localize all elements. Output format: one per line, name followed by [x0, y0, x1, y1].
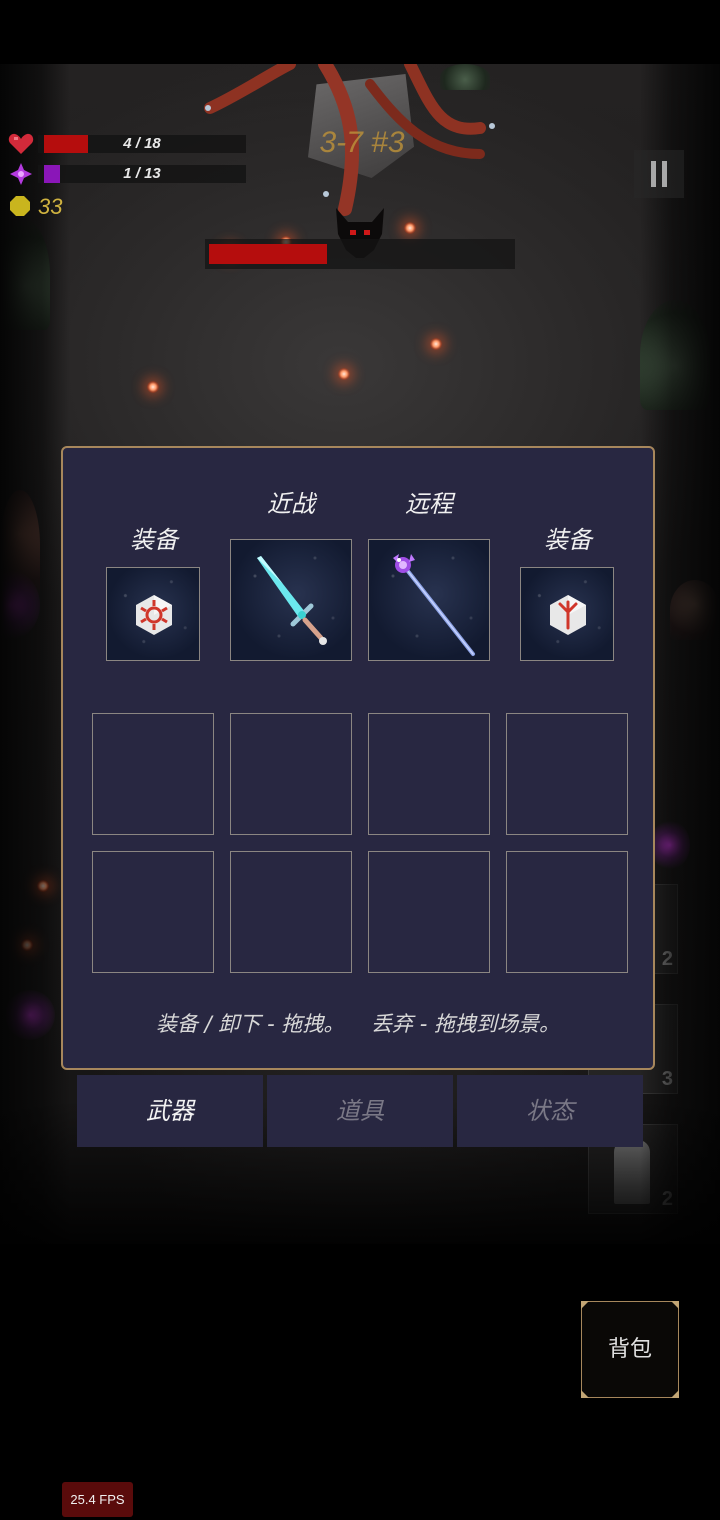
pause-icon — [662, 161, 667, 187]
health-text: 4 / 18 — [123, 135, 161, 152]
coin-icon — [10, 196, 30, 216]
gear-rune-icon — [136, 595, 172, 635]
mana-bar: 1 / 13 — [38, 165, 246, 183]
mana-crystal-icon — [10, 163, 32, 185]
corner-ornament — [671, 1390, 679, 1398]
backpack-button-label: 背包 — [607, 1337, 652, 1362]
inventory-hint: 装备 / 卸下 - 拖拽。 丢弃 - 拖拽到场景。 — [156, 1012, 560, 1036]
corner-ornament — [581, 1390, 589, 1398]
corner-ornament — [671, 1301, 679, 1309]
pause-button[interactable] — [634, 150, 684, 198]
game-screen: 2 3 2 4 / 18 1 / 13 33 3-7 #3 — [0, 0, 720, 1520]
tab-weapons[interactable]: 武器 — [77, 1075, 263, 1147]
backpack-slot[interactable] — [506, 851, 628, 973]
heart-icon — [8, 133, 34, 154]
tab-status[interactable]: 状态 — [457, 1075, 643, 1147]
tree-rune-icon — [550, 595, 586, 635]
tab-items[interactable]: 道具 — [267, 1075, 453, 1147]
stage-label: 3-7 #3 — [319, 126, 405, 159]
mana-text: 1 / 13 — [123, 165, 161, 182]
backpack-button[interactable]: 背包 — [581, 1301, 679, 1398]
foliage-left — [0, 64, 70, 1244]
ember-particle — [430, 338, 442, 350]
backpack-slot[interactable] — [92, 713, 214, 835]
ranged-weapon-slot[interactable] — [368, 539, 490, 661]
pause-icon — [651, 161, 656, 187]
equip-slot-left[interactable] — [106, 567, 200, 661]
equip-slot-right[interactable] — [520, 567, 614, 661]
fps-counter: 25.4 FPS — [62, 1482, 133, 1517]
inventory-panel: 装备 近战 远程 装备 装备 / 卸下 - 拖拽。 丢弃 - 拖拽到场景。 — [61, 446, 655, 1070]
backpack-slot[interactable] — [230, 713, 352, 835]
backpack-slot[interactable] — [368, 851, 490, 973]
backpack-slot[interactable] — [368, 713, 490, 835]
backpack-slot[interactable] — [230, 851, 352, 973]
backpack-slot[interactable] — [506, 713, 628, 835]
boss-health-fill — [209, 244, 327, 264]
gold-count: 33 — [38, 194, 63, 219]
corner-ornament — [581, 1301, 589, 1309]
backpack-slot[interactable] — [92, 851, 214, 973]
health-bar: 4 / 18 — [38, 135, 246, 153]
ember-particle — [404, 222, 416, 234]
melee-weapon-slot[interactable] — [230, 539, 352, 661]
cyan-sword-icon — [257, 556, 327, 645]
melee-header: 近战 — [267, 490, 315, 518]
equip-right-header: 装备 — [544, 526, 592, 554]
purple-staff-icon — [393, 554, 475, 656]
equip-left-header: 装备 — [130, 526, 178, 554]
boss-health-bar — [205, 239, 515, 269]
ember-particle — [338, 368, 350, 380]
ember-particle — [147, 381, 159, 393]
ranged-header: 远程 — [405, 490, 453, 518]
